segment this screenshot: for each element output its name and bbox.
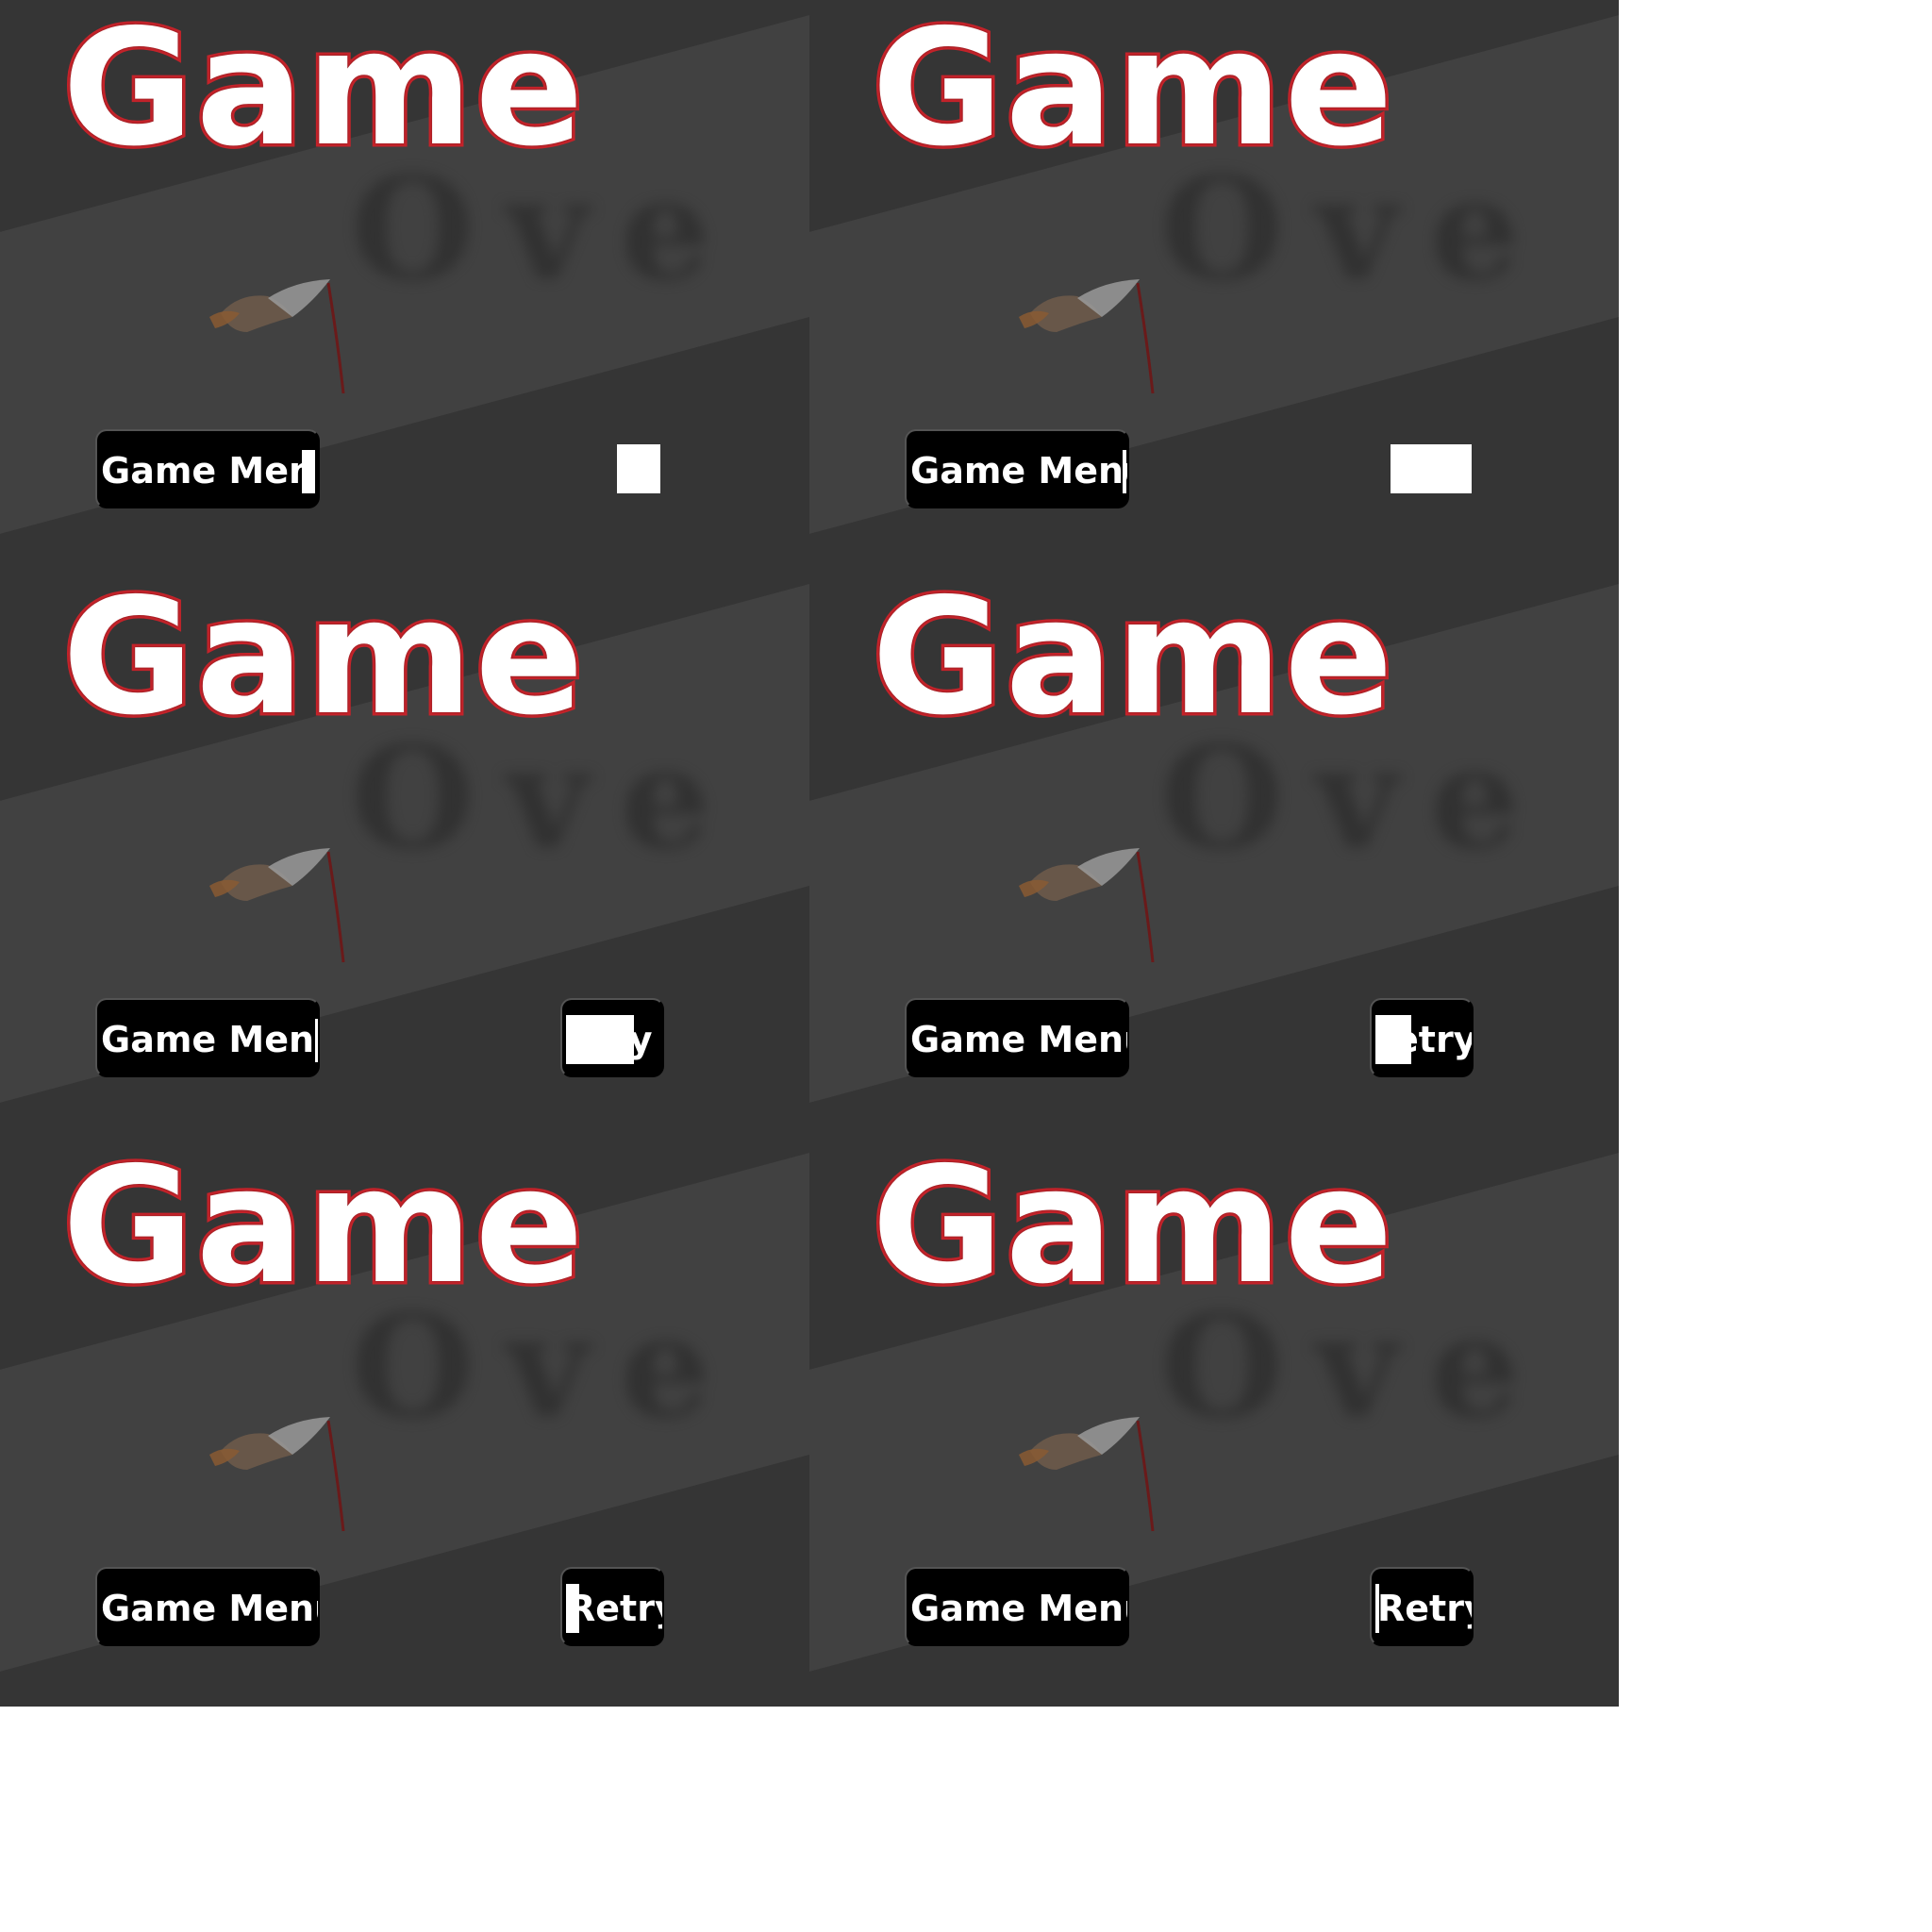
- fallen-figure-icon: [209, 1417, 345, 1532]
- text-cursor: [1123, 450, 1126, 493]
- frame-2: Game Ove Game Menu: [809, 0, 1619, 569]
- game-menu-button[interactable]: Game Menu: [905, 998, 1129, 1077]
- frame-3: Game Ove Game Menu ry: [0, 569, 809, 1138]
- game-menu-button-label: Game Menu: [101, 1019, 320, 1060]
- text-cursor: [315, 1019, 318, 1062]
- game-over-title: Game: [869, 569, 1397, 755]
- game-menu-button-label: Game Menu: [910, 450, 1129, 491]
- fallen-figure-icon: [1019, 1417, 1155, 1532]
- retry-button[interactable]: Retry: [560, 1567, 664, 1646]
- text-cursor: [1375, 1015, 1411, 1064]
- fallen-figure-icon: [1019, 279, 1155, 394]
- animation-frame-sheet: Game Ove Game Men Game Ove Game Menu Gam…: [0, 0, 1619, 1707]
- game-over-title: Game: [869, 1138, 1397, 1324]
- retry-button-reveal: [1391, 444, 1472, 493]
- game-menu-button-label: Game Menu: [101, 1588, 320, 1629]
- frame-5: Game Ove Game Menu Retry: [0, 1138, 809, 1707]
- game-over-title: Game: [59, 0, 588, 186]
- text-cursor: [566, 1584, 579, 1633]
- game-over-title: Game: [59, 569, 588, 755]
- retry-button[interactable]: etry: [1370, 998, 1474, 1077]
- game-over-title: Game: [869, 0, 1397, 186]
- frame-4: Game Ove Game Menu etry: [809, 569, 1619, 1138]
- retry-button[interactable]: ry: [560, 998, 664, 1077]
- game-menu-button[interactable]: Game Menu: [95, 1567, 320, 1646]
- game-menu-button[interactable]: Game Menu: [905, 1567, 1129, 1646]
- game-menu-button-label: Game Menu: [910, 1588, 1129, 1629]
- game-menu-button[interactable]: Game Menu: [905, 429, 1129, 508]
- text-cursor: [566, 1015, 634, 1064]
- text-cursor: [1375, 1584, 1379, 1633]
- fallen-figure-icon: [209, 279, 345, 394]
- retry-button-label: Retry: [1377, 1588, 1472, 1629]
- frame-1: Game Ove Game Men: [0, 0, 809, 569]
- retry-button-reveal: [617, 444, 660, 493]
- game-menu-button[interactable]: Game Menu: [95, 998, 320, 1077]
- frame-6: Game Ove Game Menu Retry: [809, 1138, 1619, 1707]
- fallen-figure-icon: [209, 848, 345, 963]
- text-cursor: [302, 450, 315, 493]
- game-menu-button-label: Game Men: [101, 450, 315, 491]
- game-over-title: Game: [59, 1138, 588, 1324]
- fallen-figure-icon: [1019, 848, 1155, 963]
- game-menu-button[interactable]: Game Men: [95, 429, 320, 508]
- retry-button[interactable]: Retry: [1370, 1567, 1474, 1646]
- game-menu-button-label: Game Menu: [910, 1019, 1129, 1060]
- retry-button-label: Retry: [568, 1588, 662, 1629]
